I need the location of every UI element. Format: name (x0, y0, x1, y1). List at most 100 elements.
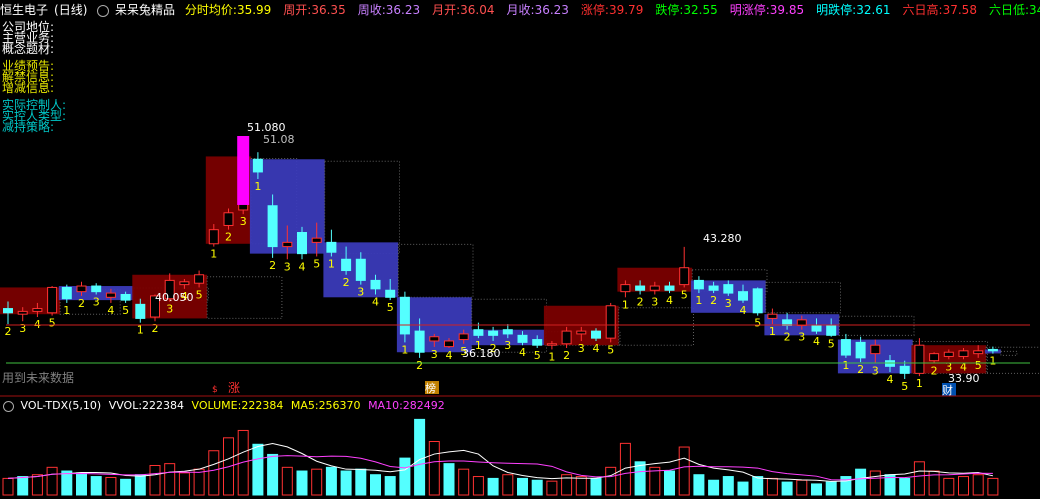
candle-day-number-8: 5 (122, 304, 129, 317)
volume-indicator-name[interactable]: VOL-TDX(5,10) (21, 399, 102, 412)
collapse-icon[interactable] (3, 400, 14, 412)
candlestick-chart[interactable]: 2345123451234512312345123451234512345123… (0, 0, 1040, 499)
candle-day-number-54: 3 (798, 331, 805, 344)
volume-bar-11 (164, 463, 176, 496)
candle-body-25 (370, 279, 381, 290)
candle-day-number-29: 3 (431, 348, 438, 361)
candle-body-8 (120, 293, 131, 301)
volume-bar-31 (458, 468, 470, 496)
candle-body-35 (517, 334, 528, 343)
candle-body-1 (17, 310, 28, 315)
vvol-label: VVOL: (108, 399, 143, 412)
volume-bar-42 (619, 442, 631, 496)
candle-day-number-37: 1 (548, 350, 555, 363)
candle-body-33 (488, 330, 499, 336)
volume-bar-1 (17, 476, 29, 496)
candle-body-56 (826, 324, 837, 336)
volume-bar-22 (325, 466, 337, 496)
volume-bar-4 (61, 470, 73, 496)
candle-body-28 (414, 330, 425, 353)
volume-bar-12 (178, 472, 190, 496)
volume-bar-26 (384, 476, 396, 496)
candle-day-number-50: 4 (740, 304, 747, 317)
ma10-value: 282492 (402, 399, 445, 412)
volume-bar-59 (869, 470, 881, 496)
candle-day-number-63: 2 (931, 365, 938, 378)
volume-bar-56 (825, 481, 837, 496)
volume-bar-40 (590, 477, 602, 496)
candle-body-59 (870, 344, 881, 355)
candle-day-number-23: 2 (343, 276, 350, 289)
volume-bar-36 (531, 479, 543, 496)
candle-body-49 (723, 284, 734, 294)
volume-bar-41 (605, 466, 617, 496)
candle-day-number-18: 2 (269, 259, 276, 272)
projection-box-8 (618, 307, 695, 346)
candle-body-32 (473, 329, 484, 336)
projection-box-4 (324, 160, 401, 255)
candle-day-number-0: 2 (5, 325, 12, 338)
vvol-value: 222384 (142, 399, 185, 412)
candle-day-number-44: 3 (651, 295, 658, 308)
volume-bar-20 (296, 470, 308, 496)
volume-bar-25 (370, 474, 381, 496)
peak-highlight-bar (237, 136, 250, 205)
candle-body-22 (326, 241, 337, 253)
candle-body-23 (341, 258, 352, 272)
candle-body-41 (605, 305, 616, 339)
candle-day-number-21: 5 (313, 257, 320, 270)
candle-day-number-56: 5 (828, 338, 835, 351)
candle-day-number-35: 4 (519, 346, 526, 359)
volume-bar-48 (708, 479, 720, 496)
candle-body-62 (914, 344, 925, 374)
candle-day-number-58: 2 (857, 363, 864, 376)
volume-bar-29 (428, 441, 440, 496)
candle-day-number-60: 4 (887, 373, 894, 386)
projection-box-2 (206, 276, 283, 319)
volume-bar-55 (811, 483, 822, 496)
candle-body-66 (973, 350, 984, 355)
candle-body-38 (561, 330, 572, 345)
volume-bar-62 (913, 461, 925, 496)
ma10-label: MA10: (368, 399, 403, 412)
candle-day-number-11: 3 (166, 303, 173, 316)
candle-body-7 (105, 292, 116, 298)
candle-day-number-62: 1 (916, 377, 923, 390)
volume-bar-9 (134, 474, 146, 496)
volume-bar-18 (267, 453, 279, 496)
volume-bar-24 (355, 468, 367, 496)
candle-body-4 (61, 286, 72, 300)
volume-bar-14 (208, 450, 220, 496)
volume-bar-34 (502, 474, 514, 496)
candle-body-15 (223, 212, 234, 226)
candle-body-48 (708, 285, 719, 291)
candle-body-17 (252, 158, 263, 173)
volume-bar-39 (575, 476, 587, 496)
candle-body-12 (179, 281, 190, 286)
candle-body-51 (752, 288, 763, 314)
candle-body-30 (444, 340, 454, 348)
volume-bar-61 (899, 477, 911, 496)
volume-bar-66 (972, 474, 984, 496)
volume-bar-28 (414, 418, 426, 496)
candle-body-37 (546, 343, 557, 346)
projection-box-14 (1000, 350, 1018, 356)
volume-bar-53 (781, 481, 793, 496)
volume-bar-30 (443, 463, 455, 496)
candle-day-number-14: 1 (210, 248, 217, 261)
volume-bar-65 (958, 476, 969, 496)
low-price-label-1: 40.050 (155, 291, 194, 304)
volume-bar-21 (311, 468, 323, 496)
volume-bar-23 (340, 470, 352, 496)
candle-day-number-25: 4 (372, 295, 379, 308)
candle-day-number-30: 4 (446, 349, 453, 362)
volume-bar-45 (664, 470, 675, 496)
projection-box-5 (397, 243, 474, 298)
volume-bar-43 (634, 461, 646, 496)
candle-body-19 (282, 241, 293, 248)
candle-body-67 (987, 348, 998, 352)
candle-body-46 (679, 267, 690, 286)
candle-day-number-16: 3 (240, 215, 247, 228)
candle-day-number-36: 5 (534, 349, 541, 362)
candle-body-55 (811, 324, 822, 332)
